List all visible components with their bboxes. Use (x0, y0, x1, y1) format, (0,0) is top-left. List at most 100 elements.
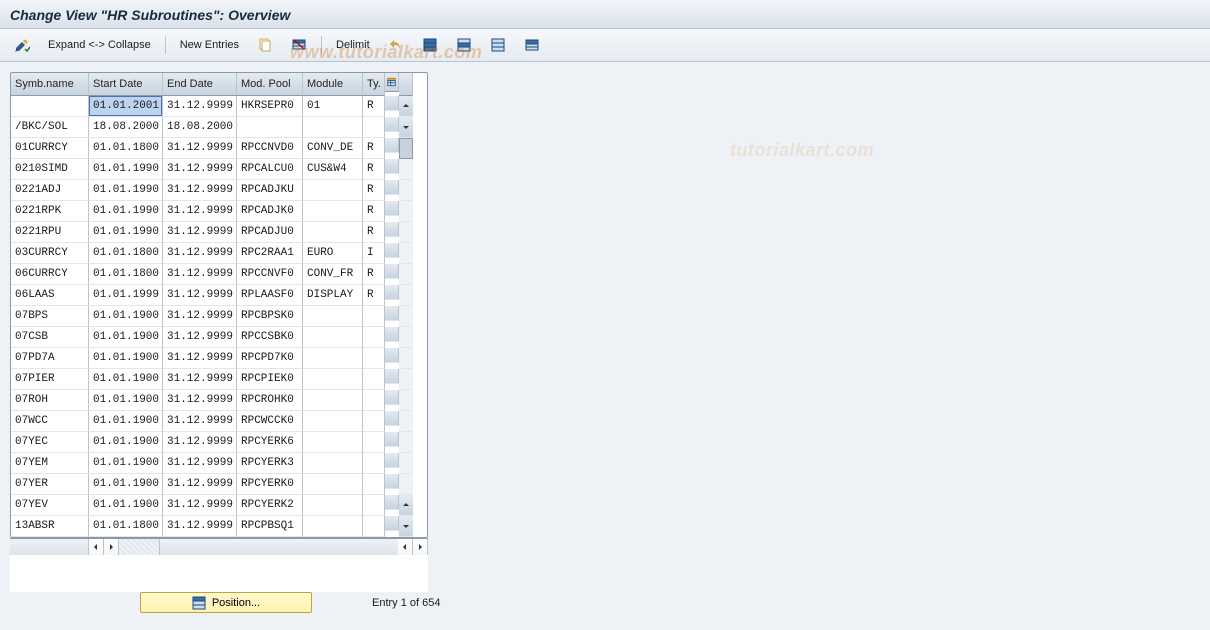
hscroll-track-left[interactable] (119, 539, 160, 555)
grid-cell[interactable]: 01.01.1999 (89, 285, 163, 306)
grid-cell[interactable] (303, 495, 363, 516)
grid-cell[interactable]: 01.01.1990 (89, 159, 163, 180)
grid-cell[interactable]: 0221RPU (11, 222, 89, 243)
grid-cell[interactable]: 31.12.9999 (163, 138, 237, 159)
grid-cell[interactable]: 0221ADJ (11, 180, 89, 201)
grid-cell[interactable]: 18.08.2000 (89, 117, 163, 138)
grid-cell[interactable]: RPCPIEK0 (237, 369, 303, 390)
vscroll-track[interactable] (399, 411, 413, 432)
new-entries-button[interactable]: New Entries (176, 35, 243, 55)
select-all-button[interactable] (418, 35, 442, 55)
grid-cell[interactable]: 31.12.9999 (163, 285, 237, 306)
vscroll-track[interactable] (399, 201, 413, 222)
select-block-button[interactable] (452, 35, 476, 55)
grid-cell[interactable]: 07ROH (11, 390, 89, 411)
grid-cell[interactable] (363, 411, 385, 432)
grid-cell[interactable]: 01 (303, 96, 363, 117)
grid-cell[interactable] (303, 201, 363, 222)
grid-cell[interactable]: 07YEC (11, 432, 89, 453)
column-header[interactable]: Symb.name (11, 73, 89, 96)
grid-cell[interactable] (363, 495, 385, 516)
vscroll-up-button-2[interactable] (399, 495, 413, 516)
grid-cell[interactable] (363, 117, 385, 138)
grid-cell[interactable]: RPCADJK0 (237, 201, 303, 222)
grid-cell[interactable]: 31.12.9999 (163, 201, 237, 222)
grid-cell[interactable]: I (363, 243, 385, 264)
vscroll-track[interactable] (399, 432, 413, 453)
vscroll-track[interactable] (399, 327, 413, 348)
vscroll-track[interactable] (399, 222, 413, 243)
grid-cell[interactable]: 01.01.1800 (89, 516, 163, 537)
grid-cell[interactable] (363, 432, 385, 453)
grid-cell[interactable]: 01.01.1900 (89, 390, 163, 411)
grid-cell[interactable]: RPC2RAA1 (237, 243, 303, 264)
grid-cell[interactable]: RPCYERK3 (237, 453, 303, 474)
column-header[interactable]: Mod. Pool (237, 73, 303, 96)
grid-cell[interactable] (363, 474, 385, 495)
vscroll-track[interactable] (399, 285, 413, 306)
grid-cell[interactable] (303, 516, 363, 537)
grid-cell[interactable] (363, 348, 385, 369)
grid-cell[interactable] (363, 306, 385, 327)
grid-cell[interactable]: 31.12.9999 (163, 180, 237, 201)
grid-cell[interactable]: 07PD7A (11, 348, 89, 369)
expand-collapse-button[interactable]: Expand <-> Collapse (44, 35, 155, 55)
grid-cell[interactable]: R (363, 180, 385, 201)
grid-cell[interactable] (11, 96, 89, 117)
undo-button[interactable] (384, 35, 408, 55)
grid-cell[interactable] (363, 369, 385, 390)
grid-cell[interactable] (303, 222, 363, 243)
grid-cell[interactable]: RPCBPSK0 (237, 306, 303, 327)
grid-cell[interactable]: 07CSB (11, 327, 89, 348)
vscroll-track[interactable] (399, 453, 413, 474)
grid-cell[interactable] (303, 180, 363, 201)
grid-cell[interactable]: 01.01.1800 (89, 138, 163, 159)
vscroll-down-button[interactable] (399, 117, 413, 138)
grid-cell[interactable] (303, 117, 363, 138)
grid-cell[interactable]: 03CURRCY (11, 243, 89, 264)
configure-columns-button[interactable] (385, 73, 399, 92)
grid-cell[interactable]: 01.01.1900 (89, 327, 163, 348)
grid-cell[interactable]: R (363, 138, 385, 159)
grid-cell[interactable]: RPCPBSQ1 (237, 516, 303, 537)
grid-cell[interactable]: 01.01.1900 (89, 432, 163, 453)
grid-cell[interactable]: R (363, 222, 385, 243)
grid-cell[interactable]: 31.12.9999 (163, 243, 237, 264)
grid-cell[interactable]: RPCCSBK0 (237, 327, 303, 348)
position-button[interactable]: Position... (140, 592, 312, 613)
grid-cell[interactable] (303, 432, 363, 453)
grid-cell[interactable]: R (363, 264, 385, 285)
grid-cell[interactable]: CUS&W4 (303, 159, 363, 180)
delimit-button[interactable]: Delimit (332, 35, 374, 55)
grid-cell[interactable]: 31.12.9999 (163, 369, 237, 390)
grid-cell[interactable]: 31.12.9999 (163, 264, 237, 285)
grid-cell[interactable]: 01CURRCY (11, 138, 89, 159)
grid-cell[interactable]: 31.12.9999 (163, 432, 237, 453)
grid-cell[interactable]: RPCADJU0 (237, 222, 303, 243)
grid-cell[interactable]: 01.01.1900 (89, 306, 163, 327)
grid-cell[interactable] (303, 411, 363, 432)
vscroll-down-button-2[interactable] (399, 516, 413, 537)
grid-cell[interactable] (363, 390, 385, 411)
grid-cell[interactable]: 31.12.9999 (163, 495, 237, 516)
vscroll-track[interactable] (399, 369, 413, 390)
grid-cell[interactable]: RPCROHK0 (237, 390, 303, 411)
grid-cell[interactable]: 01.01.1900 (89, 474, 163, 495)
hscroll-left-button-2[interactable] (398, 539, 413, 555)
grid-cell[interactable]: 01.01.1990 (89, 180, 163, 201)
vscroll-track[interactable] (399, 390, 413, 411)
column-header[interactable]: End Date (163, 73, 237, 96)
grid-cell[interactable]: RPCALCU0 (237, 159, 303, 180)
grid-cell[interactable]: RPCCNVD0 (237, 138, 303, 159)
grid-cell[interactable]: 01.01.1900 (89, 411, 163, 432)
grid-cell[interactable] (303, 369, 363, 390)
hscroll-right-button-2[interactable] (413, 539, 428, 555)
grid-cell[interactable]: 31.12.9999 (163, 159, 237, 180)
data-grid[interactable]: Symb.nameStart DateEnd DateMod. PoolModu… (10, 72, 428, 538)
grid-cell[interactable]: 13ABSR (11, 516, 89, 537)
grid-cell[interactable]: 18.08.2000 (163, 117, 237, 138)
grid-cell[interactable]: 31.12.9999 (163, 96, 237, 117)
vscroll-up-button[interactable] (399, 96, 413, 117)
grid-cell[interactable] (303, 306, 363, 327)
grid-cell[interactable]: EURO (303, 243, 363, 264)
